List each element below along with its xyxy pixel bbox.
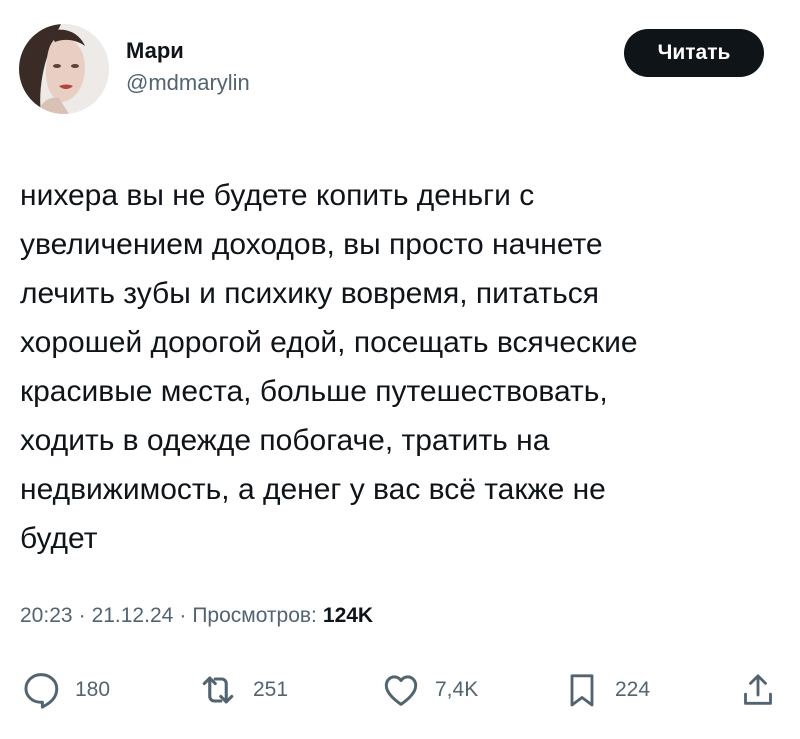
like-count: 7,4K: [435, 678, 479, 701]
retweet-count: 251: [253, 678, 289, 701]
avatar-photo: [19, 24, 109, 114]
meta-separator: ·: [179, 604, 187, 627]
reply-button[interactable]: 180: [20, 660, 110, 720]
share-button[interactable]: [738, 660, 778, 720]
tweet-time[interactable]: 20:23: [20, 604, 73, 628]
share-icon: [744, 674, 772, 705]
reply-count: 180: [75, 678, 111, 701]
retweet-button[interactable]: 251: [196, 660, 288, 720]
reply-icon: [24, 673, 59, 709]
avatar[interactable]: [19, 24, 109, 114]
views-count: 124K: [322, 604, 374, 627]
bookmark-icon: [570, 674, 594, 707]
tweet-meta: 20:23 · 21.12.24 · Просмотров: 124K: [20, 604, 373, 628]
tweet-text: нихера вы не будете копить деньги с увел…: [20, 179, 638, 555]
views-label: Просмотров:: [192, 604, 317, 627]
author-handle[interactable]: @mdmarylin: [126, 69, 250, 97]
action-bar: 180 251 7,4K 224: [0, 660, 800, 720]
tweet-date[interactable]: 21.12.24: [92, 604, 174, 628]
bookmark-count: 224: [615, 678, 651, 701]
heart-icon: [384, 675, 418, 706]
bookmark-button[interactable]: 224: [562, 660, 650, 720]
meta-separator: ·: [78, 604, 86, 627]
author-block: Мари @mdmarylin: [126, 38, 250, 97]
like-button[interactable]: 7,4K: [380, 660, 478, 720]
follow-button[interactable]: Читать: [624, 29, 764, 77]
retweet-icon: [202, 676, 234, 704]
author-name[interactable]: Мари: [126, 38, 250, 64]
